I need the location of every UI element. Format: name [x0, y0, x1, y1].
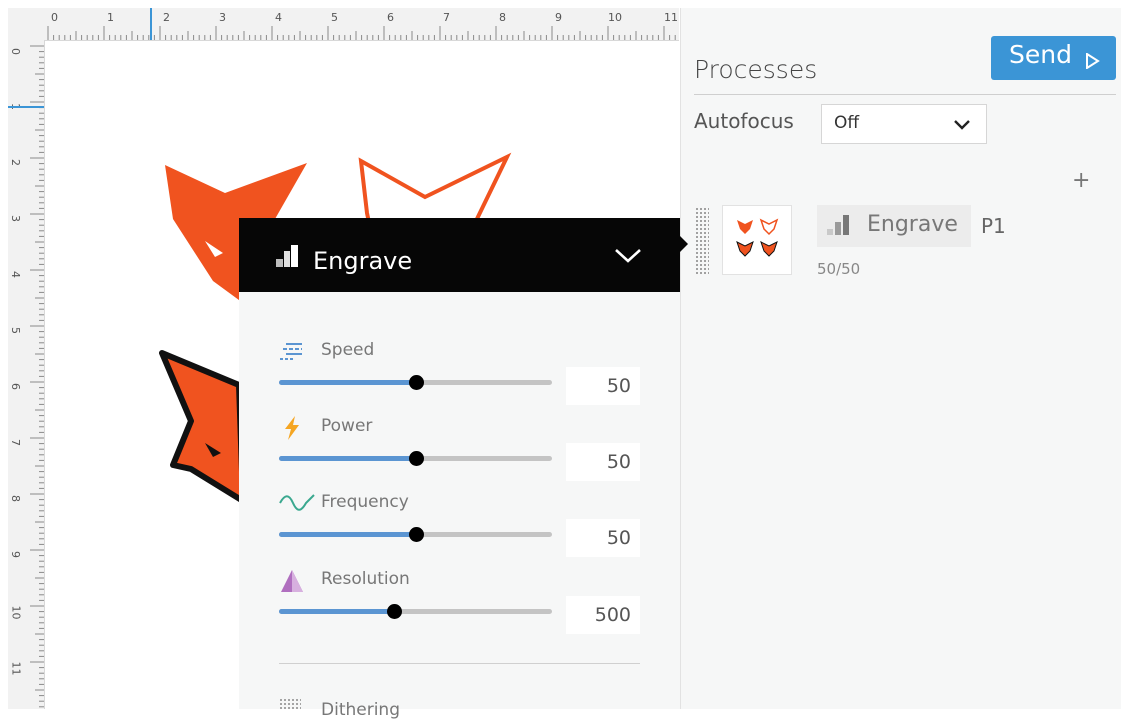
popup-divider — [279, 663, 640, 664]
popup-pointer — [680, 236, 688, 252]
ruler-top-number: 6 — [387, 11, 394, 24]
speed-slider-fill — [279, 380, 416, 385]
frequency-icon — [279, 494, 315, 511]
ruler-top-number: 10 — [608, 11, 622, 24]
processes-title: Processes — [694, 55, 818, 84]
ruler-vertical[interactable]: 0 1 2 3 4 5 6 7 8 9 10 11 — [8, 40, 45, 709]
ruler-left-number: 11 — [9, 661, 23, 676]
ruler-cursor-marker — [150, 8, 152, 40]
resolution-slider-fill — [279, 609, 394, 614]
frequency-value-input[interactable]: 50 — [566, 519, 640, 557]
chevron-down-icon — [954, 120, 970, 130]
frequency-slider-fill — [279, 532, 416, 537]
power-value: 50 — [606, 451, 631, 473]
speed-icon — [280, 343, 302, 360]
ruler-left-number: 9 — [9, 551, 22, 558]
ruler-left-number: 7 — [9, 439, 22, 446]
process-thumbnail[interactable] — [722, 205, 792, 275]
speed-label: Speed — [321, 340, 375, 360]
resolution-slider[interactable] — [279, 604, 552, 619]
autofocus-select[interactable]: Off — [821, 104, 987, 144]
speed-slider-handle[interactable] — [408, 375, 424, 390]
power-slider-handle[interactable] — [408, 451, 424, 466]
speed-value-input[interactable]: 50 — [566, 367, 640, 405]
ruler-cursor-marker — [8, 106, 44, 108]
frequency-slider-handle[interactable] — [408, 527, 424, 542]
ruler-top-number: 4 — [275, 11, 282, 24]
resolution-value-input[interactable]: 500 — [566, 596, 640, 634]
process-item-label: Engrave — [867, 212, 958, 237]
ruler-top-number: 7 — [443, 11, 450, 24]
dithering-label: Dithering — [321, 700, 400, 720]
ruler-left-number: 2 — [9, 159, 22, 166]
engrave-popup-header[interactable] — [239, 218, 688, 292]
ruler-horizontal-ticks — [47, 26, 676, 40]
send-button[interactable]: Send — [991, 36, 1116, 80]
resolution-slider-handle[interactable] — [386, 604, 402, 619]
ruler-top-number: 8 — [499, 11, 506, 24]
send-play-icon — [1086, 53, 1100, 69]
dithering-icon — [279, 698, 301, 709]
ruler-left-number: 8 — [9, 495, 22, 502]
process-tag: P1 — [981, 214, 1006, 238]
ruler-top-number: 3 — [219, 11, 226, 24]
add-process-button[interactable]: + — [1072, 168, 1090, 193]
frequency-value: 50 — [606, 527, 631, 549]
ruler-top-number: 1 — [107, 11, 114, 24]
resolution-icon — [281, 570, 303, 592]
power-slider-fill — [279, 456, 416, 461]
engrave-icon — [276, 245, 298, 267]
chevron-down-icon[interactable] — [615, 248, 641, 264]
resolution-value: 500 — [594, 604, 631, 626]
power-icon — [285, 416, 299, 440]
resolution-label: Resolution — [321, 569, 410, 589]
ruler-left-number: 10 — [9, 605, 23, 620]
ruler-top-number: 9 — [555, 11, 562, 24]
engrave-popup-title: Engrave — [313, 247, 413, 275]
ruler-left-number: 3 — [9, 215, 22, 222]
speed-value: 50 — [606, 375, 631, 397]
frequency-label: Frequency — [321, 492, 409, 512]
ruler-top-number: 11 — [664, 11, 678, 24]
ruler-top-number: 5 — [331, 11, 338, 24]
ruler-left-number: 0 — [9, 48, 22, 55]
process-progress: 50/50 — [817, 260, 861, 278]
power-value-input[interactable]: 50 — [566, 443, 640, 481]
ruler-horizontal[interactable]: 0 1 2 3 4 5 6 7 8 9 10 11 — [44, 8, 679, 41]
autofocus-label: Autofocus — [694, 109, 794, 133]
power-slider[interactable] — [279, 451, 552, 466]
thumbnail-foxes — [736, 218, 779, 257]
send-button-label: Send — [1009, 40, 1072, 69]
drag-handle-icon[interactable] — [695, 207, 709, 275]
engrave-icon — [827, 215, 849, 235]
frequency-slider[interactable] — [279, 527, 552, 542]
processes-divider — [694, 94, 1116, 95]
power-label: Power — [321, 416, 373, 436]
ruler-top-number: 2 — [163, 11, 170, 24]
ruler-left-number: 5 — [9, 327, 22, 334]
fox-head-bordered — [159, 350, 246, 504]
autofocus-value: Off — [834, 113, 860, 133]
speed-slider[interactable] — [279, 375, 552, 390]
ruler-left-number: 4 — [9, 271, 22, 278]
ruler-top-number: 0 — [51, 11, 58, 24]
ruler-left-number: 6 — [9, 383, 22, 390]
ruler-corner — [8, 8, 44, 40]
